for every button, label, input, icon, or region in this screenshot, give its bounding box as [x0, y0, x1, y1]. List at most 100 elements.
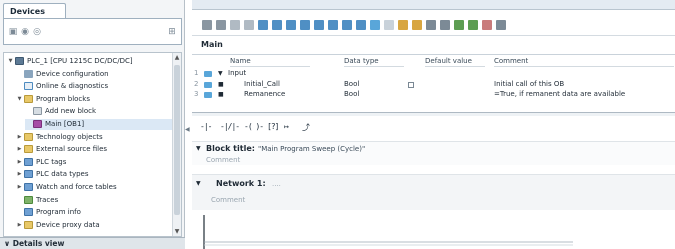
close-branch-icon[interactable]: ⤴ — [302, 122, 310, 132]
collapsed-twisty-icon[interactable]: ▶ — [16, 132, 23, 143]
editor-toolbar-icon[interactable] — [286, 20, 296, 30]
editor-toolbar-icon[interactable] — [468, 20, 478, 30]
devices-tab[interactable]: Devices — [3, 3, 66, 18]
scroll-down-icon[interactable]: ▼ — [173, 228, 181, 235]
interface-data-type[interactable]: Bool — [344, 89, 359, 100]
diagnostics-icon — [24, 82, 33, 91]
tree-item[interactable]: ▼ Program blocks — [16, 94, 177, 105]
editor-toolbar-icon[interactable] — [412, 20, 422, 30]
editor-toolbar-icon[interactable] — [216, 20, 226, 30]
editor-toolbar-icon[interactable] — [272, 20, 282, 30]
editor-toolbar-icon[interactable] — [356, 20, 366, 30]
editor-toolbar-icon[interactable] — [482, 20, 492, 30]
editor-toolbar-icon[interactable] — [258, 20, 268, 30]
plc-icon — [15, 57, 24, 65]
tree-view-icon[interactable]: ⊞ — [167, 27, 177, 37]
proxy-icon — [24, 220, 33, 229]
editor-toolbar-icon[interactable] — [244, 20, 254, 30]
interface-splitter[interactable] — [192, 112, 675, 116]
editor-toolbar-icon[interactable] — [398, 20, 408, 30]
editor-toolbar-icon[interactable] — [496, 20, 506, 30]
scroll-up-icon[interactable]: ▲ — [173, 54, 181, 61]
network-comment[interactable]: Comment — [211, 196, 245, 204]
block-comment[interactable]: Comment — [206, 156, 240, 164]
tree-item-label: External source files — [36, 145, 108, 154]
tags-icon — [24, 157, 33, 166]
tree-item[interactable]: Program info — [16, 207, 177, 218]
editor-toolbar-icon[interactable] — [314, 20, 324, 30]
editor-toolbar-icon[interactable] — [342, 20, 352, 30]
collapse-icon[interactable]: ▼ — [196, 145, 201, 152]
nc-contact-icon[interactable]: -|/|- — [220, 122, 240, 132]
tree-scrollbar[interactable]: ▲ ▼ — [172, 53, 181, 236]
empty-box-icon[interactable]: [?] — [267, 122, 279, 132]
editor-toolbar-icon[interactable] — [454, 20, 464, 30]
tree-item[interactable]: ▶ PLC data types — [16, 169, 177, 180]
editor-toolbar-icon[interactable] — [440, 20, 450, 30]
interface-comment[interactable]: Initial call of this OB — [494, 79, 564, 90]
tree-item[interactable]: ▶ Technology objects — [16, 132, 177, 143]
block-name: Main — [201, 40, 223, 49]
tree-item[interactable]: ▼ PLC_1 [CPU 1215C DC/DC/DC] — [7, 56, 177, 67]
new-icon[interactable]: ▣ — [8, 27, 18, 37]
scroll-thumb[interactable] — [174, 65, 180, 215]
tree-item[interactable]: ▶ Device proxy data — [16, 220, 177, 231]
editor-toolbar-icon[interactable] — [370, 20, 380, 30]
column-default-value: Default value — [425, 55, 485, 67]
open-icon[interactable]: ◉ — [20, 27, 30, 37]
interface-row[interactable]: 3 ■ Remanence Bool =True, if remanent data a… — [192, 89, 675, 100]
tree-item[interactable]: Main [OB1] — [25, 119, 177, 130]
collapse-icon[interactable]: ▼ — [196, 180, 201, 187]
splitter-collapse-icon[interactable]: ◀ — [185, 126, 191, 133]
tree-item-label: Traces — [36, 195, 59, 204]
expanded-twisty-icon[interactable]: ▼ — [7, 56, 14, 67]
ladder-toolbar: -|- -|/|- -( )- [?] ↦ ⤴ — [192, 118, 675, 136]
tree-item[interactable]: Online & diagnostics — [16, 81, 177, 92]
details-view-header[interactable]: ∨ Details view — [0, 237, 185, 249]
editor-toolbar — [192, 14, 675, 36]
editor-toolbar-icon[interactable] — [202, 20, 212, 30]
tree-item-label: PLC_1 [CPU 1215C DC/DC/DC] — [27, 57, 133, 65]
ladder-rung[interactable] — [203, 215, 675, 249]
interface-comment[interactable]: =True, if remanent data are available — [494, 89, 625, 100]
delete-icon[interactable]: ◎ — [32, 27, 42, 37]
coil-icon[interactable]: -( )- — [244, 122, 264, 132]
interface-name[interactable]: Initial_Call — [244, 79, 280, 90]
no-contact-icon[interactable]: -|- — [200, 122, 212, 132]
bullet-icon[interactable]: ■ — [218, 89, 224, 100]
tree-item[interactable]: Add new block — [25, 106, 177, 117]
network-title[interactable]: .... — [272, 180, 281, 188]
row-number: 3 — [194, 90, 199, 98]
row-number: 2 — [194, 79, 199, 88]
collapsed-twisty-icon[interactable]: ▶ — [16, 169, 23, 180]
editor-toolbar-icon[interactable] — [384, 20, 394, 30]
editor-toolbar-icon[interactable] — [328, 20, 338, 30]
expanded-twisty-icon[interactable]: ▼ — [16, 94, 23, 105]
tree-item[interactable]: ▶ External source files — [16, 144, 177, 155]
tree-item[interactable]: ▶ PLC tags — [16, 157, 177, 168]
project-tree-pane: Devices ▣ ◉ ◎ ⊞ ▼ PLC_1 [CPU 1215C DC/DC/… — [0, 0, 185, 249]
tree-item[interactable]: ▶ Watch and force tables — [16, 182, 177, 193]
block-title-value[interactable]: "Main Program Sweep (Cycle)" — [258, 145, 365, 153]
datatypes-icon — [24, 170, 33, 179]
editor-toolbar-icon[interactable] — [230, 20, 240, 30]
block-title-label: Block title: — [206, 144, 255, 153]
interface-name[interactable]: Remanence — [244, 89, 285, 100]
tree-item[interactable]: Traces — [16, 195, 177, 206]
bullet-icon[interactable]: ■ — [218, 79, 224, 90]
open-branch-icon[interactable]: ↦ — [284, 122, 289, 132]
interface-data-type[interactable]: Bool — [344, 79, 359, 90]
collapsed-twisty-icon[interactable]: ▶ — [16, 144, 23, 155]
tree-item[interactable]: Device configuration — [16, 69, 177, 80]
interface-row[interactable]: 1 ▼ Input — [192, 68, 675, 79]
interface-name[interactable]: Input — [228, 68, 246, 79]
editor-toolbar-icon[interactable] — [300, 20, 310, 30]
collapsed-twisty-icon[interactable]: ▶ — [16, 157, 23, 168]
interface-row[interactable]: 2 ■ Initial_Call Bool Initial call of this O… — [192, 79, 675, 90]
expanded-twisty-icon[interactable]: ▼ — [218, 68, 223, 79]
collapsed-twisty-icon[interactable]: ▶ — [16, 220, 23, 231]
editor-toolbar-icon[interactable] — [426, 20, 436, 30]
collapsed-twisty-icon[interactable]: ▶ — [16, 182, 23, 193]
row-number: 1 — [194, 69, 199, 77]
tree-item-label: PLC tags — [36, 157, 67, 166]
